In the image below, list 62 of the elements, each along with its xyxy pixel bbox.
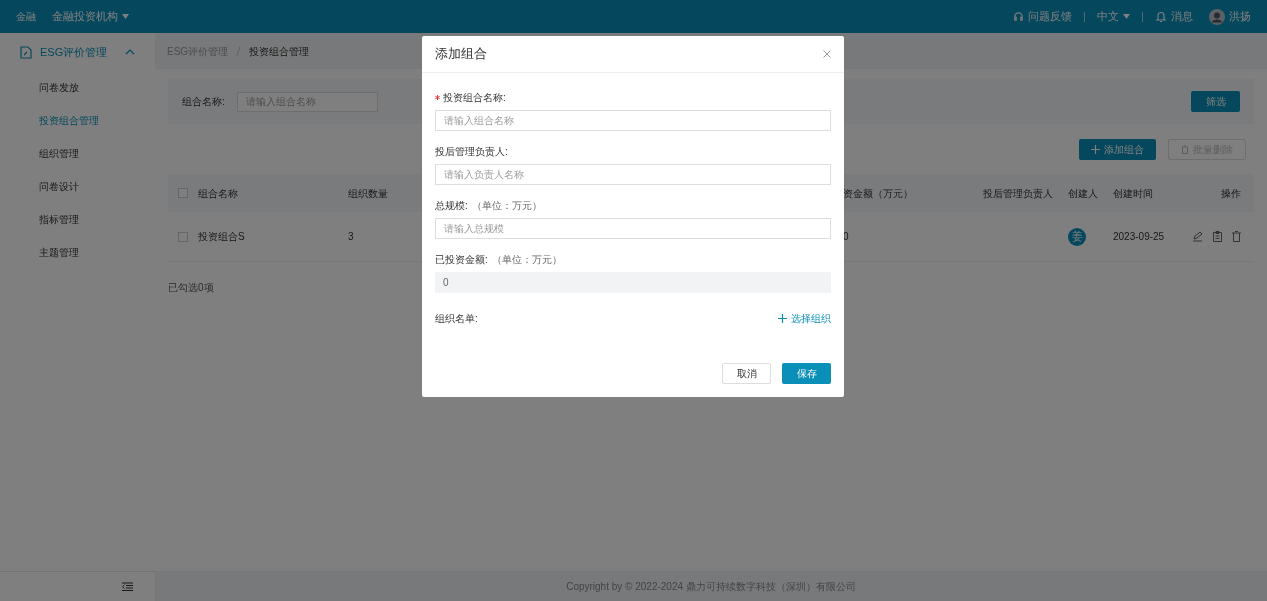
field-label: 已投资金额: xyxy=(435,253,488,267)
plus-icon xyxy=(1091,144,1100,154)
field-label: 投资组合名称: xyxy=(443,91,506,105)
readonly-field: 0 xyxy=(435,272,831,293)
sidebar-item[interactable]: 问卷发放 xyxy=(39,80,79,95)
column-header: 组合名称 xyxy=(198,187,238,199)
language-dropdown[interactable]: 中文 xyxy=(1097,8,1130,25)
close-icon[interactable] xyxy=(823,50,831,58)
row-checkbox[interactable] xyxy=(178,231,188,242)
chevron-up-icon[interactable] xyxy=(125,49,135,55)
clipboard-icon[interactable] xyxy=(1213,231,1222,242)
avatar-icon xyxy=(1209,8,1225,25)
field-label: 投后管理负责人: xyxy=(435,145,508,159)
caret-down-icon xyxy=(122,14,129,19)
trash-icon xyxy=(1181,144,1189,154)
unit-hint: （单位：万元） xyxy=(491,253,562,267)
menu-group-label[interactable]: ESG评价管理 xyxy=(40,43,117,61)
select-organization-link[interactable]: 选择组织 xyxy=(778,311,831,326)
input-field[interactable]: 请输入组合名称 xyxy=(435,110,831,131)
table-cell: 2023-09-25 xyxy=(1113,231,1165,242)
document-icon xyxy=(20,45,32,59)
unit-hint: （单位：万元） xyxy=(471,199,542,213)
column-header: 操作 xyxy=(1221,187,1241,199)
save-button[interactable]: 保存 xyxy=(782,363,831,384)
messages-button[interactable]: 消息 xyxy=(1155,8,1193,25)
select-all-checkbox[interactable] xyxy=(178,188,188,198)
edit-icon[interactable] xyxy=(1192,231,1203,242)
filter-button[interactable]: 筛选 xyxy=(1191,91,1240,112)
dialog-title: 添加组合 xyxy=(435,45,488,64)
column-header: 投后管理负责人 xyxy=(983,187,1053,199)
table-cell: 3 xyxy=(348,231,354,242)
sidebar-item[interactable]: 问卷设计 xyxy=(39,179,79,194)
input-field[interactable]: 请输入总规模 xyxy=(435,218,831,239)
field-label: 组织名单: xyxy=(435,312,478,326)
collapse-menu-icon[interactable] xyxy=(122,582,133,591)
bell-icon xyxy=(1155,10,1167,23)
column-header: 创建人 xyxy=(1068,187,1098,199)
user-menu[interactable]: 洪扬 xyxy=(1209,8,1251,25)
headset-icon xyxy=(1013,11,1024,22)
column-header: 创建时间 xyxy=(1113,187,1153,199)
cancel-button[interactable]: 取消 xyxy=(722,363,771,384)
breadcrumb-separator-icon xyxy=(236,46,242,56)
creator-avatar: 姜 xyxy=(1068,227,1086,246)
table-cell: 投资组合S xyxy=(198,231,245,242)
feedback-link[interactable]: 问题反馈 xyxy=(1013,8,1072,25)
trash-icon[interactable] xyxy=(1232,231,1241,242)
org-label: 金融 xyxy=(16,10,36,24)
column-header: 资金额（万元） xyxy=(843,187,913,199)
breadcrumb-item: 投资组合管理 xyxy=(249,44,310,59)
input-field[interactable]: 请输入负责人名称 xyxy=(435,164,831,185)
caret-down-icon xyxy=(1123,14,1130,19)
field-label: 总规模: xyxy=(435,199,468,213)
selection-count: 已勾选0项 xyxy=(168,280,214,295)
sidebar-item[interactable]: 指标管理 xyxy=(39,212,79,227)
org-dropdown[interactable]: 金融投资机构 xyxy=(52,8,129,25)
sidebar-item[interactable]: 投资组合管理 xyxy=(39,113,99,128)
sidebar-item[interactable]: 主题管理 xyxy=(39,245,79,260)
sidebar-item[interactable]: 组织管理 xyxy=(39,146,79,161)
filter-label: 组合名称: xyxy=(182,95,225,109)
column-header: 组织数量 xyxy=(348,187,388,199)
plus-icon xyxy=(778,314,787,323)
add-portfolio-button[interactable]: 添加组合 xyxy=(1079,138,1156,160)
